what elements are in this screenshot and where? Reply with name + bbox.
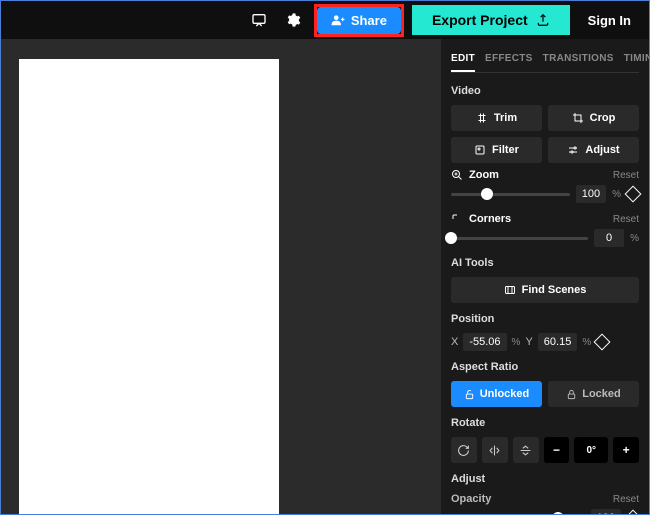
corners-unit: % [630,233,639,244]
section-rotate: Rotate [451,417,639,429]
zoom-unit: % [612,189,621,200]
tab-transitions[interactable]: TRANSITIONS [543,47,614,72]
opacity-value[interactable]: 100 [591,509,621,514]
share-label: Share [351,13,387,28]
unlock-icon [464,389,475,400]
tab-edit[interactable]: EDIT [451,47,475,72]
canvas-area [1,39,441,514]
opacity-label: Opacity [451,493,491,505]
y-unit: % [582,337,591,348]
tab-effects[interactable]: EFFECTS [485,47,533,72]
locked-label: Locked [582,388,621,400]
adjust-button[interactable]: Adjust [548,137,639,163]
export-button[interactable]: Export Project [412,5,570,35]
edit-panel: EDIT EFFECTS TRANSITIONS TIMING Video Tr… [441,39,649,514]
crop-icon [572,112,584,124]
opacity-thumb[interactable] [552,512,564,515]
main-area: EDIT EFFECTS TRANSITIONS TIMING Video Tr… [1,39,649,514]
x-unit: % [512,337,521,348]
position-keyframe[interactable] [594,334,611,351]
flip-v-icon [519,444,532,457]
share-button[interactable]: Share [317,7,401,34]
export-label: Export Project [432,12,528,28]
crop-label: Crop [590,112,616,124]
rotate-plus-button[interactable]: + [613,437,639,463]
share-highlight: Share [314,4,404,37]
lock-icon [566,389,577,400]
crop-button[interactable]: Crop [548,105,639,131]
corners-icon [451,213,463,225]
person-add-icon [331,13,345,27]
x-axis-label: X [451,336,458,348]
opacity-reset[interactable]: Reset [613,494,639,505]
find-scenes-button[interactable]: Find Scenes [451,277,639,303]
y-axis-label: Y [525,336,532,348]
opacity-keyframe[interactable] [625,510,642,514]
unlocked-label: Unlocked [480,388,530,400]
flip-h-button[interactable] [482,437,508,463]
canvas[interactable] [19,59,279,514]
section-position: Position [451,313,639,325]
corners-thumb[interactable] [445,232,457,244]
corners-value[interactable]: 0 [594,229,624,247]
top-bar: Share Export Project Sign In [1,1,649,39]
y-value[interactable]: 60.15 [538,333,578,351]
trim-label: Trim [494,112,517,124]
find-scenes-icon [504,284,516,296]
corners-label: Corners [469,213,511,225]
find-scenes-label: Find Scenes [522,284,587,296]
filter-label: Filter [492,144,519,156]
zoom-icon [451,169,463,181]
export-icon [536,13,550,27]
trim-button[interactable]: Trim [451,105,542,131]
comment-icon[interactable] [246,7,272,33]
rotate-value[interactable]: 0° [574,437,608,463]
filter-button[interactable]: Filter [451,137,542,163]
zoom-label: Zoom [469,169,499,181]
adjust-label: Adjust [585,144,619,156]
trim-icon [476,112,488,124]
section-aspect: Aspect Ratio [451,361,639,373]
corners-slider[interactable] [451,237,588,240]
flip-v-button[interactable] [513,437,539,463]
zoom-thumb[interactable] [481,188,493,200]
rotate-cw-icon [457,444,470,457]
locked-toggle[interactable]: Locked [548,381,639,407]
sliders-icon [567,144,579,156]
section-adjust: Adjust [451,473,639,485]
zoom-keyframe[interactable] [625,186,642,203]
rotate-cw-button[interactable] [451,437,477,463]
flip-h-icon [488,444,501,457]
zoom-slider[interactable] [451,193,570,196]
filter-icon [474,144,486,156]
zoom-value[interactable]: 100 [576,185,606,203]
zoom-reset[interactable]: Reset [613,170,639,181]
sign-in-button[interactable]: Sign In [578,13,641,28]
corners-reset[interactable]: Reset [613,214,639,225]
panel-tabs: EDIT EFFECTS TRANSITIONS TIMING [451,47,639,73]
tab-timing[interactable]: TIMING [624,47,649,72]
settings-icon[interactable] [280,7,306,33]
x-value[interactable]: -55.06 [463,333,506,351]
section-ai: AI Tools [451,257,639,269]
rotate-minus-button[interactable]: − [544,437,570,463]
unlocked-toggle[interactable]: Unlocked [451,381,542,407]
section-video: Video [451,85,639,97]
